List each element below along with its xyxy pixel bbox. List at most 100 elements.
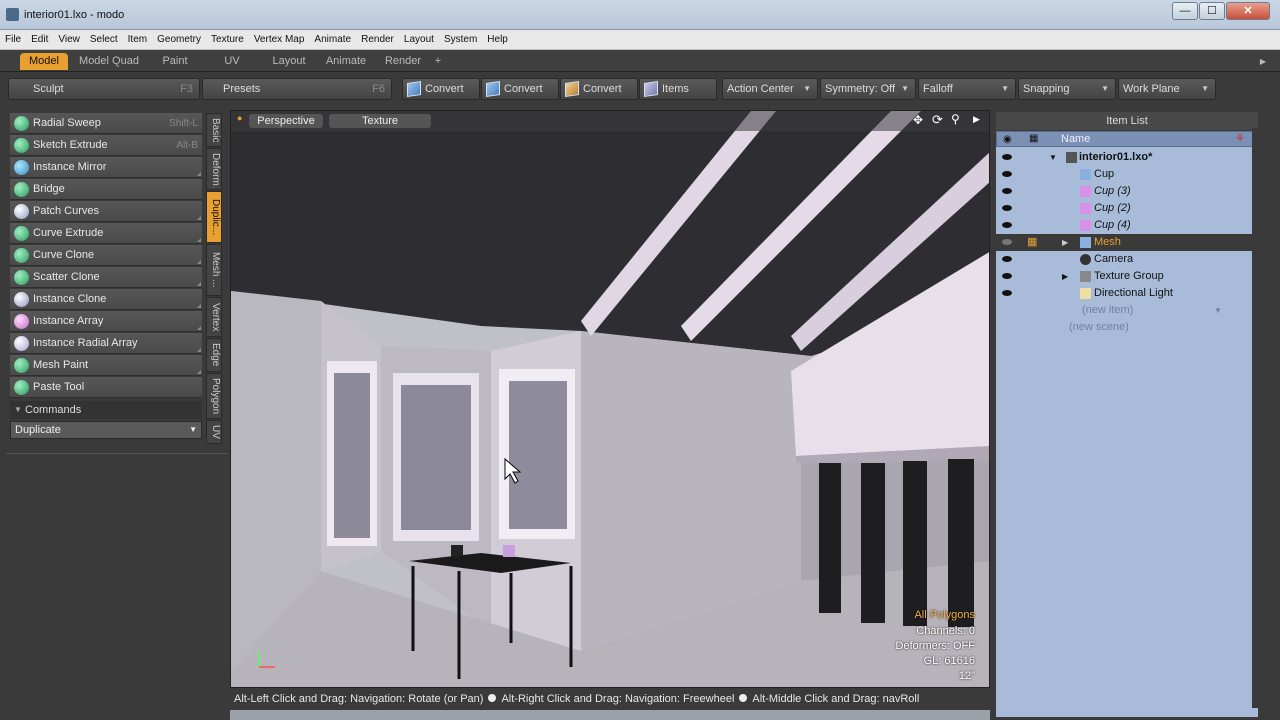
tool-instance-clone[interactable]: Instance Clone [10,289,202,310]
column [948,459,974,627]
tree-row-item[interactable]: ▶ Texture Group [996,268,1258,285]
vtab-vertex[interactable]: Vertex [206,297,222,337]
tab-paint[interactable]: Paint [150,53,200,70]
menu-render[interactable]: Render [356,30,399,50]
tree-row-item[interactable]: Cup (4) [996,217,1258,234]
menu-file[interactable]: File [0,30,26,50]
menu-edit[interactable]: Edit [26,30,53,50]
visibility-eye-icon[interactable] [1002,154,1012,160]
visibility-eye-icon[interactable] [1002,290,1012,296]
expand-arrow-icon[interactable]: ▶ [1062,234,1068,251]
tab-model-quad[interactable]: Model Quad [76,53,142,70]
visibility-column-eye-icon[interactable]: ◉ [1003,134,1012,145]
snapping-dropdown[interactable]: Snapping ▼ [1018,78,1116,100]
tree-row-item[interactable]: Cup (3) [996,183,1258,200]
visibility-eye-icon[interactable] [1002,188,1012,194]
tab-overflow-arrow-icon[interactable]: ▶ [1256,53,1270,70]
commands-header[interactable]: ▼ Commands [10,401,202,419]
maximize-button[interactable]: ☐ [1199,2,1225,20]
tool-mesh-paint[interactable]: Mesh Paint [10,355,202,376]
expand-arrow-icon[interactable]: ▶ [1062,268,1068,285]
tab-animate[interactable]: Animate [320,53,372,70]
name-column-header[interactable]: Name [1061,133,1090,145]
sculpt-button[interactable]: Sculpt F3 [8,78,200,100]
tab-model[interactable]: Model [20,53,68,70]
menu-vertex-map[interactable]: Vertex Map [249,30,310,50]
expand-arrow-icon[interactable]: ▼ [1049,149,1057,166]
tree-row-item[interactable]: Cup [996,166,1258,183]
presets-button[interactable]: Presets F6 [202,78,392,100]
viewport-expand-arrow-icon[interactable]: ▶ [973,114,980,125]
vtab-basic[interactable]: Basic [206,113,222,147]
tree-row-item[interactable]: Camera [996,251,1258,268]
tree-row-item-selected[interactable]: ▦ ▶ Mesh [996,234,1258,251]
view-mode-button[interactable]: Perspective [249,114,323,128]
tab-uv[interactable]: UV [210,53,254,70]
tool-scatter-clone[interactable]: Scatter Clone [10,267,202,288]
zoom-icon[interactable]: ⚲ [951,112,960,126]
menu-select[interactable]: Select [85,30,123,50]
work-plane-label: Work Plane [1123,83,1180,95]
work-plane-dropdown[interactable]: Work Plane ▼ [1118,78,1216,100]
menu-layout[interactable]: Layout [399,30,439,50]
menu-view[interactable]: View [53,30,85,50]
tool-curve-extrude[interactable]: Curve Extrude [10,223,202,244]
vtab-duplicate[interactable]: Duplic... [206,191,222,243]
tree-row-scene[interactable]: ▼ interior01.lxo* [996,149,1258,166]
menu-item[interactable]: Item [123,30,152,50]
add-tab-button[interactable]: + [430,53,446,70]
visibility-eye-icon[interactable] [1002,273,1012,279]
vtab-deform[interactable]: Deform [206,148,222,190]
viewport-menu-dot-icon[interactable]: ● [237,113,242,123]
tool-instance-radial-array[interactable]: Instance Radial Array [10,333,202,354]
3d-viewport[interactable]: ● Perspective Texture ✥ ⟳ ⚲ ▶ All Polygo… [230,110,990,688]
vtab-polygon[interactable]: Polygon [206,373,222,419]
tool-bridge[interactable]: Bridge [10,179,202,200]
convert-button-3[interactable]: Convert [560,78,638,100]
chevron-down-icon[interactable]: ▼ [1214,302,1222,319]
convert-button-2[interactable]: Convert [481,78,559,100]
new-scene-row[interactable]: (new scene) [996,319,1258,336]
menu-animate[interactable]: Animate [309,30,356,50]
visibility-eye-icon[interactable] [1002,256,1012,262]
convert-button-1[interactable]: Convert [402,78,480,100]
item-list-scrollbar[interactable] [1252,128,1262,708]
falloff-dropdown[interactable]: Falloff ▼ [918,78,1016,100]
tool-curve-clone[interactable]: Curve Clone [10,245,202,266]
symmetry-dropdown[interactable]: Symmetry: Off ▼ [820,78,916,100]
menu-geometry[interactable]: Geometry [152,30,206,50]
menu-system[interactable]: System [439,30,482,50]
tool-paste-tool[interactable]: Paste Tool [10,377,202,398]
visibility-eye-icon[interactable] [1002,222,1012,228]
visibility-eye-icon[interactable] [1002,171,1012,177]
tab-render[interactable]: Render [378,53,428,70]
close-button[interactable]: ✕ [1226,2,1270,20]
duplicate-dropdown[interactable]: Duplicate ▼ [10,421,202,439]
vtab-uv[interactable]: UV [206,420,222,444]
tool-instance-array[interactable]: Instance Array [10,311,202,332]
rotate-icon[interactable]: ⟳ [932,112,943,128]
tool-sketch-extrude[interactable]: Sketch Extrude Alt-B [10,135,202,156]
shading-button[interactable]: Texture [329,114,431,128]
visibility-eye-icon[interactable] [1002,205,1012,211]
visibility-eye-icon[interactable] [1002,239,1012,245]
action-center-dropdown[interactable]: Action Center ▼ [722,78,818,100]
menu-help[interactable]: Help [482,30,513,50]
tool-radial-sweep[interactable]: Radial Sweep Shift-L [10,113,202,134]
new-item-row[interactable]: (new item) ▼ [996,302,1258,319]
lock-column-icon[interactable]: ▦ [1029,133,1038,144]
vtab-mesh[interactable]: Mesh ... [206,244,222,296]
menu-texture[interactable]: Texture [206,30,249,50]
minimize-button[interactable]: — [1172,2,1198,20]
column-options-icon[interactable]: ⚘ [1235,132,1245,145]
lock-icon[interactable]: ▦ [1027,234,1037,251]
tree-row-item[interactable]: Directional Light [996,285,1258,302]
tool-patch-curves[interactable]: Patch Curves [10,201,202,222]
pan-icon[interactable]: ✥ [913,113,923,127]
item-list-title[interactable]: Item List [996,112,1258,130]
tab-layout[interactable]: Layout [264,53,314,70]
tree-row-item[interactable]: Cup (2) [996,200,1258,217]
vtab-edge[interactable]: Edge [206,338,222,372]
tool-instance-mirror[interactable]: Instance Mirror [10,157,202,178]
items-button[interactable]: Items [639,78,717,100]
